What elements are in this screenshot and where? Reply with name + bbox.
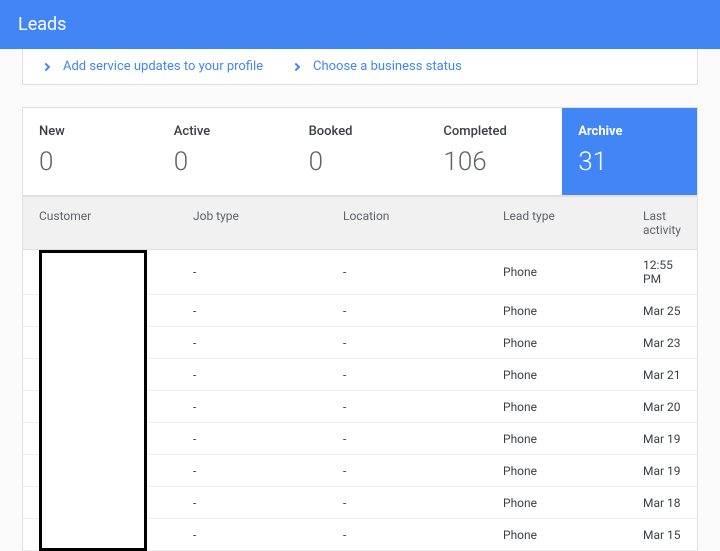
- td-last-activity: Mar 19: [633, 424, 697, 454]
- td-location: -: [333, 520, 493, 550]
- td-last-activity: Mar 19: [633, 456, 697, 486]
- th-job-type[interactable]: Job type: [183, 197, 333, 249]
- tab-active[interactable]: Active 0: [158, 108, 293, 195]
- td-lead-type: Phone: [493, 360, 633, 390]
- table-row[interactable]: --PhoneMar 21: [23, 359, 697, 391]
- status-tabs: New 0 Active 0 Booked 0 Completed 106 Ar…: [22, 107, 698, 196]
- th-last-activity[interactable]: Last activity: [633, 197, 697, 249]
- table-row[interactable]: --PhoneMar 18: [23, 487, 697, 519]
- tab-value: 0: [309, 147, 323, 177]
- td-customer: [23, 495, 183, 511]
- table-row[interactable]: --PhoneMar 25: [23, 295, 697, 327]
- table-row[interactable]: --PhoneMar 20: [23, 391, 697, 423]
- tab-value: 0: [174, 147, 188, 177]
- td-job-type: -: [183, 424, 333, 454]
- td-lead-type: Phone: [493, 488, 633, 518]
- table-row[interactable]: --PhoneMar 15: [23, 519, 697, 551]
- td-location: -: [333, 296, 493, 326]
- page-title: Leads: [18, 14, 66, 35]
- tab-booked[interactable]: Booked 0: [293, 108, 428, 195]
- td-location: -: [333, 424, 493, 454]
- tab-label: Booked: [309, 124, 412, 139]
- td-job-type: -: [183, 392, 333, 422]
- table-row[interactable]: --PhoneMar 19: [23, 423, 697, 455]
- tab-value: 0: [39, 147, 53, 177]
- notice-link-business-status[interactable]: Choose a business status: [273, 59, 523, 74]
- td-lead-type: Phone: [493, 296, 633, 326]
- table-row[interactable]: --PhoneMar 23: [23, 327, 697, 359]
- td-customer: [23, 303, 183, 319]
- td-last-activity: Mar 23: [633, 328, 697, 358]
- td-job-type: -: [183, 257, 333, 287]
- td-last-activity: 12:55 PM: [633, 250, 697, 294]
- td-job-type: -: [183, 488, 333, 518]
- th-lead-type[interactable]: Lead type: [493, 197, 633, 249]
- td-location: -: [333, 257, 493, 287]
- chevron-right-icon: [42, 62, 50, 70]
- table-header: Customer Job type Location Lead type Las…: [23, 196, 697, 250]
- td-lead-type: Phone: [493, 328, 633, 358]
- td-last-activity: Mar 21: [633, 360, 697, 390]
- notice-link-service-updates[interactable]: Add service updates to your profile: [23, 59, 273, 74]
- td-customer: [23, 399, 183, 415]
- notice-bar: Add service updates to your profile Choo…: [22, 49, 698, 85]
- td-job-type: -: [183, 296, 333, 326]
- tab-new[interactable]: New 0: [23, 108, 158, 195]
- notice-label: Add service updates to your profile: [63, 59, 263, 74]
- tab-value: 31: [578, 147, 607, 177]
- td-job-type: -: [183, 360, 333, 390]
- tab-completed[interactable]: Completed 106: [427, 108, 562, 195]
- td-customer: [23, 264, 183, 280]
- td-customer: [23, 463, 183, 479]
- td-lead-type: Phone: [493, 520, 633, 550]
- tab-archive[interactable]: Archive 31: [562, 108, 697, 195]
- td-customer: [23, 335, 183, 351]
- th-location[interactable]: Location: [333, 197, 493, 249]
- th-customer[interactable]: Customer: [23, 197, 183, 249]
- table-body: --Phone12:55 PM--PhoneMar 25--PhoneMar 2…: [23, 250, 697, 551]
- td-location: -: [333, 456, 493, 486]
- tab-value: 106: [443, 147, 486, 177]
- td-location: -: [333, 392, 493, 422]
- td-last-activity: Mar 20: [633, 392, 697, 422]
- page-header: Leads: [0, 0, 720, 49]
- td-location: -: [333, 360, 493, 390]
- td-last-activity: Mar 25: [633, 296, 697, 326]
- td-customer: [23, 527, 183, 543]
- td-job-type: -: [183, 328, 333, 358]
- td-lead-type: Phone: [493, 392, 633, 422]
- td-customer: [23, 367, 183, 383]
- td-last-activity: Mar 15: [633, 520, 697, 550]
- td-lead-type: Phone: [493, 456, 633, 486]
- td-customer: [23, 431, 183, 447]
- td-last-activity: Mar 18: [633, 488, 697, 518]
- tab-label: Active: [174, 124, 277, 139]
- td-location: -: [333, 488, 493, 518]
- tab-label: New: [39, 124, 142, 139]
- tab-label: Completed: [443, 124, 546, 139]
- table-row[interactable]: --Phone12:55 PM: [23, 250, 697, 295]
- tab-label: Archive: [578, 124, 681, 139]
- td-lead-type: Phone: [493, 257, 633, 287]
- td-job-type: -: [183, 520, 333, 550]
- notice-label: Choose a business status: [313, 59, 462, 74]
- td-job-type: -: [183, 456, 333, 486]
- leads-table: Customer Job type Location Lead type Las…: [22, 196, 698, 551]
- td-location: -: [333, 328, 493, 358]
- table-row[interactable]: --PhoneMar 19: [23, 455, 697, 487]
- chevron-right-icon: [292, 62, 300, 70]
- td-lead-type: Phone: [493, 424, 633, 454]
